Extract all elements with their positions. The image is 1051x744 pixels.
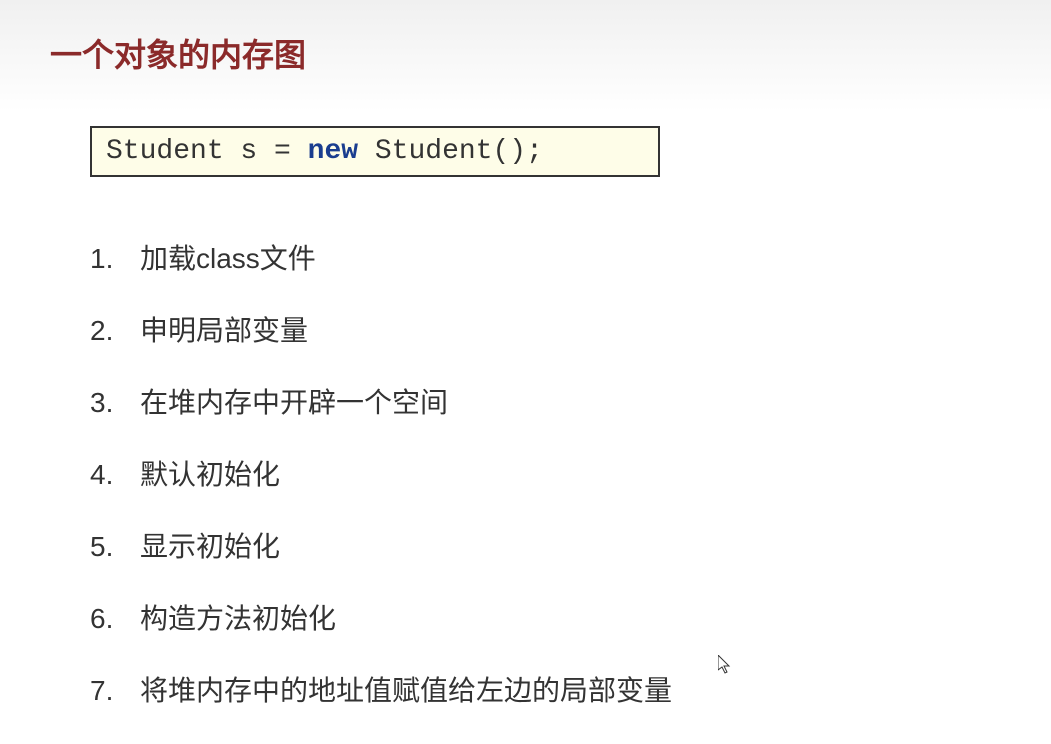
list-text: 加载class文件 [140, 237, 1001, 277]
list-number: 5. [90, 531, 140, 563]
list-item: 5. 显示初始化 [90, 525, 1001, 565]
list-number: 6. [90, 603, 140, 635]
list-text: 默认初始化 [140, 453, 1001, 493]
list-number: 7. [90, 675, 140, 707]
steps-list: 1. 加载class文件 2. 申明局部变量 3. 在堆内存中开辟一个空间 4.… [90, 237, 1001, 709]
code-text-prefix: Student s = [106, 136, 308, 167]
list-item: 2. 申明局部变量 [90, 309, 1001, 349]
list-item: 6. 构造方法初始化 [90, 597, 1001, 637]
list-text: 将堆内存中的地址值赋值给左边的局部变量 [140, 669, 1001, 709]
list-item: 3. 在堆内存中开辟一个空间 [90, 381, 1001, 421]
list-number: 1. [90, 243, 140, 275]
code-keyword-new: new [308, 136, 358, 167]
code-example-box: Student s = new Student(); [90, 126, 660, 177]
list-number: 2. [90, 315, 140, 347]
list-text: 在堆内存中开辟一个空间 [140, 381, 1001, 421]
list-text: 申明局部变量 [140, 309, 1001, 349]
list-item: 1. 加载class文件 [90, 237, 1001, 277]
list-text: 构造方法初始化 [140, 597, 1001, 637]
code-text-suffix: Student(); [358, 136, 543, 167]
list-item: 4. 默认初始化 [90, 453, 1001, 493]
slide-title: 一个对象的内存图 [50, 30, 1001, 76]
list-item: 7. 将堆内存中的地址值赋值给左边的局部变量 [90, 669, 1001, 709]
list-number: 3. [90, 387, 140, 419]
list-number: 4. [90, 459, 140, 491]
list-text: 显示初始化 [140, 525, 1001, 565]
mouse-cursor-icon [718, 655, 734, 680]
